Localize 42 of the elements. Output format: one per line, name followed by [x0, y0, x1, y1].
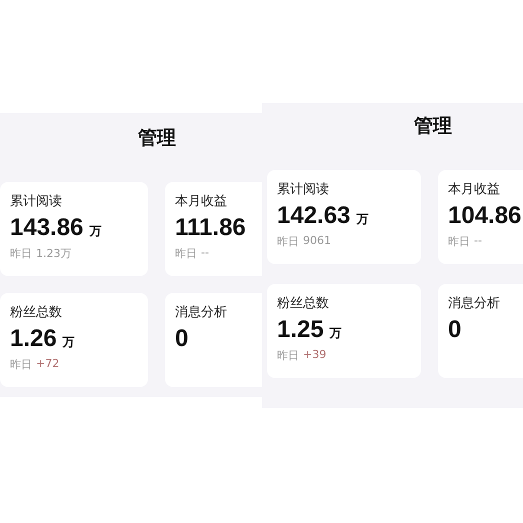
stat-value: 111.86 — [175, 214, 246, 242]
stat-label: 本月收益 — [448, 181, 501, 198]
yesterday-label: 昨日 — [277, 348, 299, 363]
yesterday-label: 昨日 — [10, 357, 32, 372]
stat-card[interactable]: 消息分析 0 — [438, 284, 523, 378]
yesterday-value: +72 — [36, 357, 60, 372]
stat-unit: 万 — [356, 211, 368, 228]
yesterday-value: -- — [201, 246, 209, 261]
stat-card[interactable]: 本月收益 104.86 昨日 -- — [438, 170, 523, 264]
stat-card[interactable]: 消息分析 0 — [165, 293, 262, 387]
yesterday-value: 9061 — [303, 234, 331, 249]
yesterday-label: 昨日 — [277, 234, 299, 249]
stat-card[interactable]: 本月收益 111.86 昨日 -- — [165, 182, 262, 276]
stat-label: 粉丝总数 — [10, 304, 63, 321]
yesterday-label: 昨日 — [175, 246, 197, 261]
page-title: 管理 — [138, 126, 176, 151]
page-title: 管理 — [414, 114, 452, 139]
stat-label: 消息分析 — [448, 295, 501, 312]
stat-value: 1.26 — [10, 325, 57, 353]
stat-label: 累计阅读 — [10, 193, 63, 210]
stat-value: 0 — [175, 325, 188, 353]
stat-value: 0 — [448, 316, 462, 344]
stat-card[interactable]: 累计阅读 143.86 万 昨日 1.23万 — [0, 182, 148, 276]
yesterday-value: 1.23万 — [36, 246, 72, 261]
stat-value: 104.86 — [448, 202, 522, 230]
stat-label: 消息分析 — [175, 304, 228, 321]
stat-label: 累计阅读 — [277, 181, 330, 198]
stat-value: 142.63 — [277, 202, 350, 230]
stat-card[interactable]: 粉丝总数 1.25 万 昨日 +39 — [267, 284, 421, 378]
stat-unit: 万 — [330, 325, 342, 342]
stat-value: 143.86 — [10, 214, 84, 242]
yesterday-value: +39 — [303, 348, 326, 363]
stat-value: 1.25 — [277, 316, 324, 344]
stat-unit: 万 — [89, 223, 102, 240]
stat-card[interactable]: 粉丝总数 1.26 万 昨日 +72 — [0, 293, 148, 387]
yesterday-label: 昨日 — [10, 246, 32, 261]
stat-card[interactable]: 累计阅读 142.63 万 昨日 9061 — [267, 170, 421, 264]
yesterday-label: 昨日 — [448, 234, 470, 249]
stat-unit: 万 — [62, 334, 75, 351]
stat-label: 粉丝总数 — [277, 295, 330, 312]
yesterday-value: -- — [474, 234, 482, 249]
stat-label: 本月收益 — [175, 193, 228, 210]
